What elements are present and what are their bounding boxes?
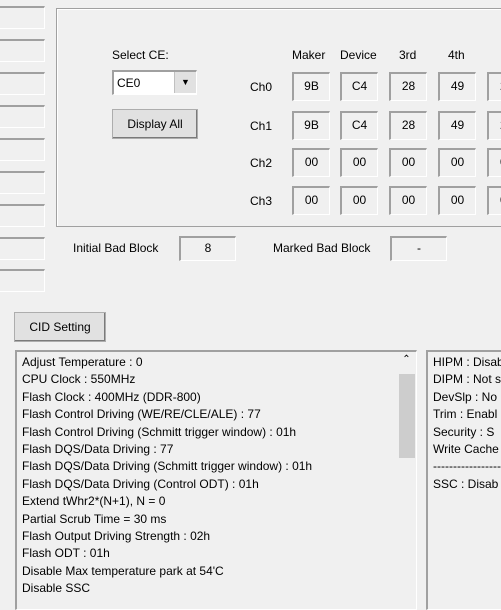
setting-line: CPU Clock : 550MHz — [22, 372, 136, 387]
id-byte-field: 00 — [438, 186, 476, 215]
id-byte-field: 0 — [487, 186, 501, 215]
id-byte-field: 49 — [438, 72, 476, 101]
id-byte-field: 0 — [487, 148, 501, 177]
select-ce-dropdown[interactable]: CE0 ▼ — [112, 70, 197, 95]
scroll-up-icon[interactable]: ⌃ — [398, 354, 415, 365]
setting-line: Flash Control Driving (WE/RE/CLE/ALE) : … — [22, 407, 261, 422]
feature-line: DIPM : Not s — [433, 372, 501, 387]
side-field — [0, 269, 45, 292]
id-byte-field: 00 — [389, 148, 427, 177]
setting-line: Partial Scrub Time = 30 ms — [22, 511, 167, 526]
marked-bad-block-label: Marked Bad Block — [273, 241, 371, 255]
feature-line: Write Cache — [433, 441, 499, 456]
setting-line: Extend tWhr2*(N+1), N = 0 — [22, 494, 166, 509]
id-byte-field: 9B — [292, 72, 330, 101]
feature-line: HIPM : Disab — [433, 355, 501, 369]
column-header: 3rd — [399, 48, 417, 62]
id-byte-field: 00 — [389, 186, 427, 215]
setting-line: Flash DQS/Data Driving (Schmitt trigger … — [22, 459, 313, 474]
side-field — [0, 72, 45, 95]
setting-line: Adjust Temperature : 0 — [22, 355, 143, 369]
id-byte-field: 00 — [340, 148, 378, 177]
feature-line: DevSlp : No — [433, 389, 498, 404]
side-field — [0, 237, 45, 260]
id-byte-field: 2 — [487, 72, 501, 101]
id-byte-field: 00 — [292, 148, 330, 177]
cid-setting-button[interactable]: CID Setting — [14, 312, 106, 342]
scrollbar[interactable]: ⌃ — [398, 352, 415, 609]
setting-line: Flash Clock : 400MHz (DDR-800) — [22, 389, 201, 404]
side-field — [0, 105, 45, 128]
channel-label: Ch0 — [250, 80, 273, 94]
chevron-down-icon[interactable]: ▼ — [174, 72, 196, 93]
id-byte-field: 00 — [438, 148, 476, 177]
column-header: 4th — [448, 48, 465, 62]
feature-line: Trim : Enabl — [433, 407, 498, 422]
marked-bad-block-value: - — [390, 236, 447, 261]
side-field — [0, 6, 45, 29]
feature-list: HIPM : Disab DIPM : Not s DevSlp : No Trim … — [426, 350, 501, 610]
setting-line: Flash Control Driving (Schmitt trigger w… — [22, 424, 297, 439]
setting-line: Disable Max temperature park at 54'C — [22, 563, 224, 578]
id-byte-field: 00 — [340, 186, 378, 215]
id-byte-field: C4 — [340, 111, 378, 140]
id-byte-field: 28 — [389, 111, 427, 140]
setting-line: Flash ODT : 01h — [22, 546, 110, 561]
id-byte-field: 9B — [292, 111, 330, 140]
feature-line: Security : S — [433, 424, 495, 439]
feature-line: ------------------ — [433, 459, 501, 474]
setting-line: Flash DQS/Data Driving (Control ODT) : 0… — [22, 476, 259, 491]
initial-bad-block-label: Initial Bad Block — [73, 241, 159, 255]
side-field — [0, 171, 45, 194]
settings-list[interactable]: Adjust Temperature : 0 CPU Clock : 550MHz… — [15, 350, 417, 610]
side-field — [0, 204, 45, 227]
id-byte-field: 49 — [438, 111, 476, 140]
setting-line: Flash Output Driving Strength : 02h — [22, 528, 211, 543]
id-byte-field: 28 — [389, 72, 427, 101]
setting-line: Disable SSC — [22, 581, 91, 596]
channel-label: Ch2 — [250, 156, 273, 170]
id-byte-field: 00 — [292, 186, 330, 215]
scrollbar-thumb[interactable] — [399, 374, 415, 458]
select-ce-value: CE0 — [117, 76, 141, 90]
side-field — [0, 39, 45, 62]
setting-line: Flash DQS/Data Driving : 77 — [22, 441, 174, 456]
side-field — [0, 138, 45, 161]
channel-label: Ch1 — [250, 119, 273, 133]
column-header: Device — [340, 48, 377, 62]
id-byte-field: 2 — [487, 111, 501, 140]
feature-line: SSC : Disab — [433, 476, 499, 491]
id-byte-field: C4 — [340, 72, 378, 101]
select-ce-label: Select CE: — [112, 48, 169, 62]
channel-label: Ch3 — [250, 194, 273, 208]
column-header: Maker — [292, 48, 326, 62]
display-all-button[interactable]: Display All — [112, 109, 198, 139]
initial-bad-block-value: 8 — [179, 236, 236, 261]
